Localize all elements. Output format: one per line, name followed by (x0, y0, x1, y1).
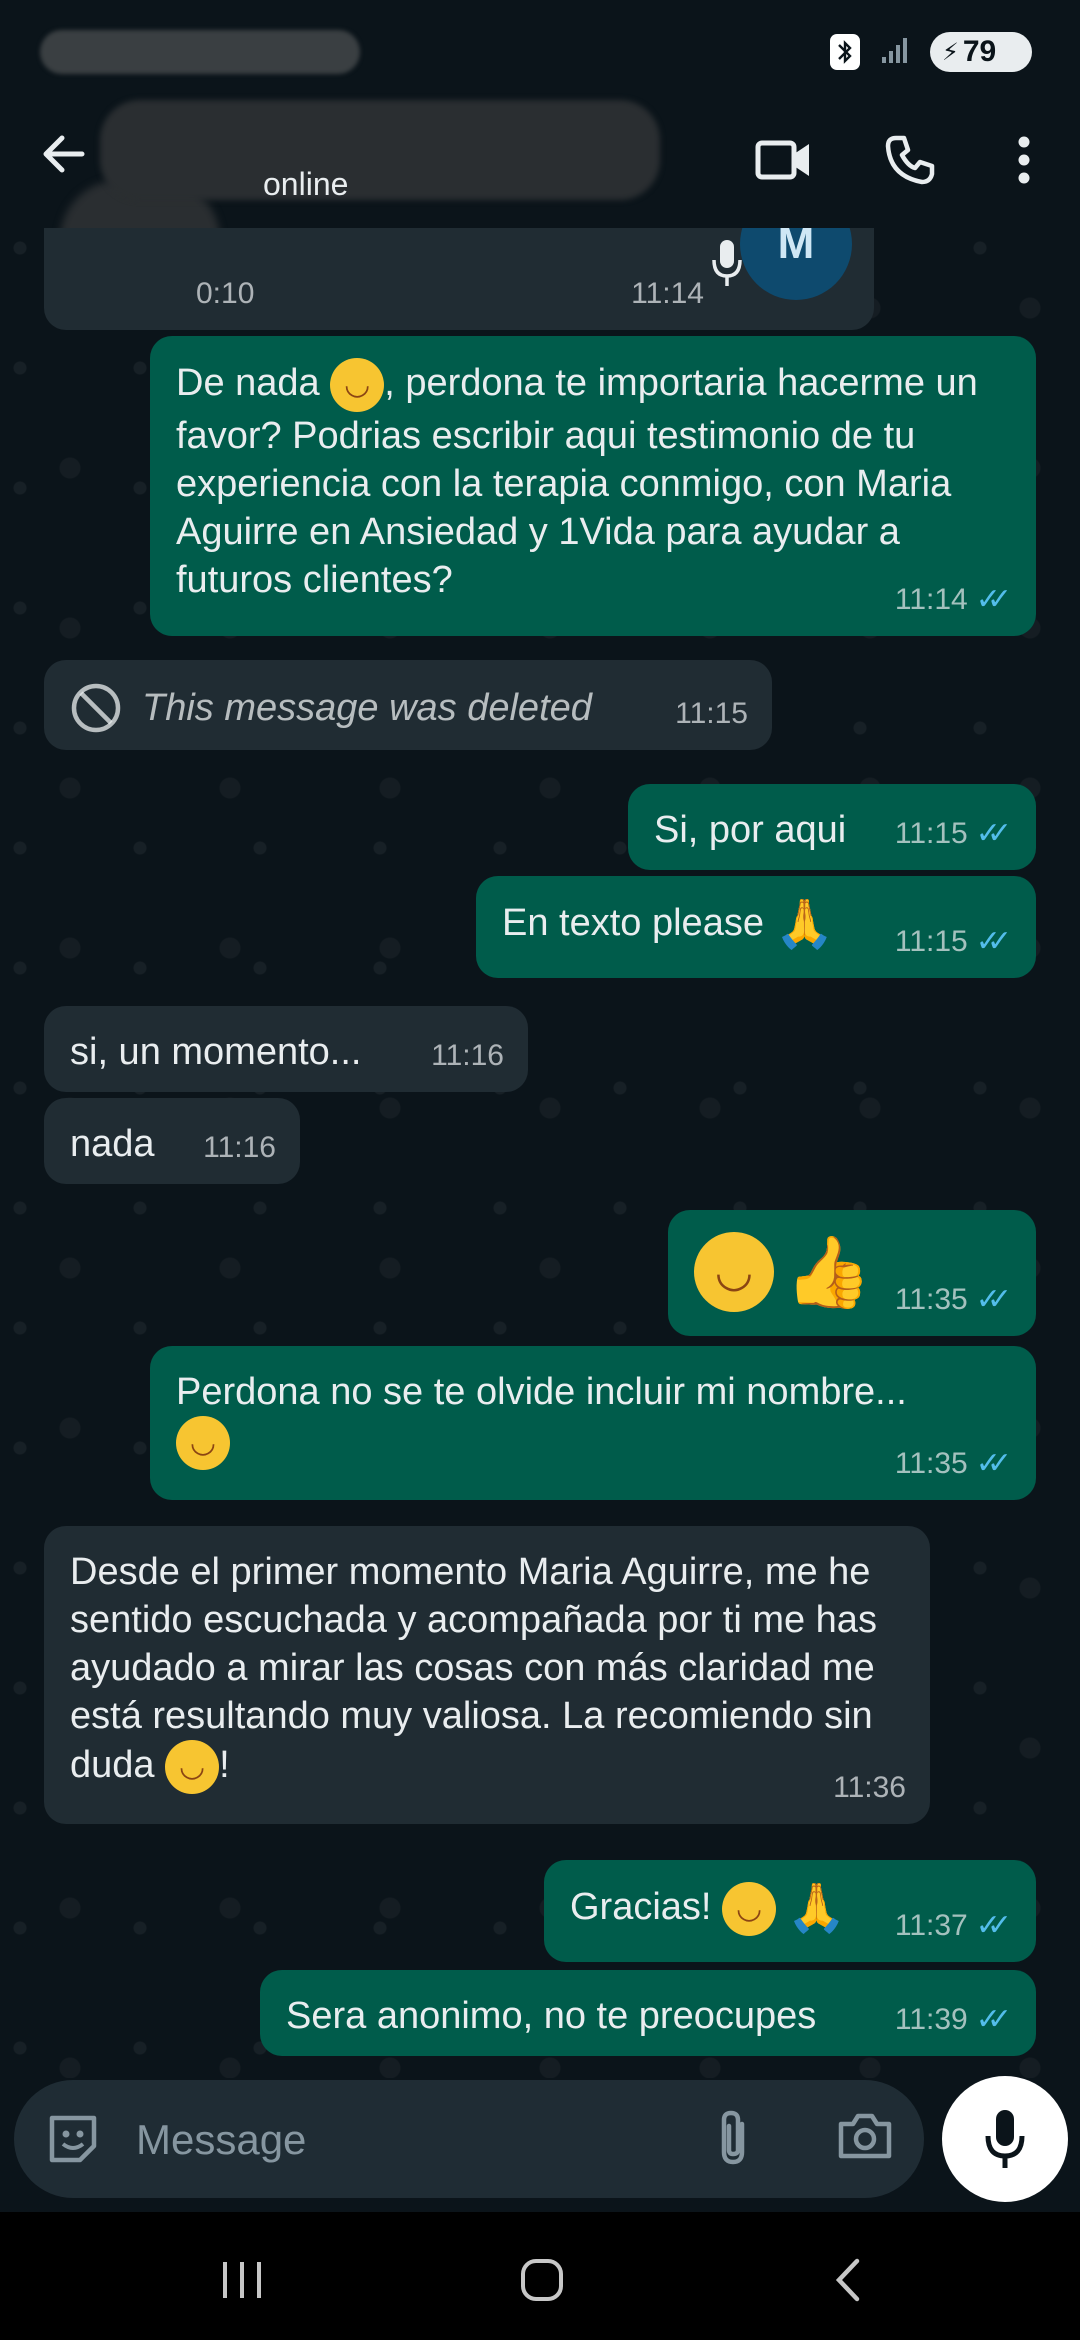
message-meta: 11:37 ✓✓ (895, 1902, 1012, 1950)
folded-hands-emoji-icon: 🙏 (774, 898, 835, 951)
redacted-contact-name[interactable] (100, 100, 660, 200)
message-outgoing[interactable]: De nada ◡, perdona te importaria hacerme… (150, 336, 1036, 636)
message-meta: 11:36 (833, 1764, 906, 1812)
message-incoming[interactable]: nada 11:16 (44, 1098, 300, 1184)
read-ticks-icon: ✓✓ (975, 583, 1012, 616)
message-text: nada (70, 1123, 155, 1165)
emoji-sticker-icon[interactable] (44, 2110, 102, 2168)
mic-icon (712, 240, 742, 286)
recent-apps-icon (223, 2262, 261, 2298)
message-text: En texto please (502, 902, 764, 945)
deleted-notice: This message was deleted (70, 682, 746, 734)
read-ticks-icon: ✓✓ (975, 1447, 1012, 1480)
phone-call-icon[interactable] (880, 130, 940, 190)
message-outgoing[interactable]: Perdona no se te olvide incluir mi nombr… (150, 1346, 1036, 1500)
microphone-icon (985, 2110, 1025, 2168)
message-meta: 11:15 ✓✓ (895, 918, 1012, 966)
message-meta: 11:14 ✓✓ (895, 576, 1012, 624)
read-ticks-icon: ✓✓ (975, 1909, 1012, 1942)
smiling-emoji-icon: ◡ (330, 358, 385, 412)
message-time: 11:14 (894, 583, 968, 616)
message-text: De nada (176, 362, 320, 405)
home-icon (521, 2259, 563, 2301)
message-meta: 11:15 (675, 690, 748, 738)
message-outgoing[interactable]: Gracias! ◡ 🙏 11:37 ✓✓ (544, 1860, 1036, 1962)
thumbs-up-emoji-icon: 👍 (784, 1233, 872, 1311)
message-meta: 11:16 (203, 1124, 276, 1172)
chat-header: online (0, 100, 1080, 320)
bluetooth-icon (830, 34, 860, 70)
folded-hands-emoji-icon: 🙏 (786, 1882, 847, 1935)
read-ticks-icon: ✓✓ (975, 817, 1012, 850)
message-outgoing-emoji[interactable]: ◡ 👍 11:35 ✓✓ (668, 1210, 1036, 1336)
more-options-icon[interactable] (994, 130, 1054, 190)
message-incoming-deleted[interactable]: This message was deleted 11:15 (44, 660, 772, 750)
voice-record-button[interactable] (942, 2076, 1068, 2202)
signal-icon (878, 33, 912, 72)
message-outgoing[interactable]: Si, por aqui 11:15 ✓✓ (628, 784, 1036, 870)
message-time: 11:36 (833, 1771, 906, 1804)
message-time: 11:16 (203, 1131, 276, 1164)
voice-message[interactable]: 0:10 M 11:14 (44, 228, 874, 330)
battery-indicator: ⚡ 79 (930, 32, 1032, 72)
message-time: 11:15 (894, 817, 968, 850)
message-meta: 11:35 ✓✓ (895, 1276, 1012, 1324)
battery-level: 79 (962, 35, 997, 68)
charging-icon: ⚡ (942, 38, 959, 66)
camera-icon[interactable] (836, 2110, 894, 2162)
message-outgoing[interactable]: Sera anonimo, no te preocupes 11:39 ✓✓ (260, 1970, 1036, 2056)
message-outgoing[interactable]: En texto please 🙏 11:15 ✓✓ (476, 876, 1036, 978)
message-text-end: ! (219, 1744, 230, 1787)
message-text: Perdona no se te olvide incluir mi nombr… (176, 1371, 907, 1413)
message-time: 11:39 (894, 2003, 968, 2036)
grinning-emoji-icon: ◡ (722, 1882, 777, 1936)
message-text: Gracias! (570, 1886, 712, 1929)
message-time: 11:15 (675, 697, 748, 730)
chat-area[interactable]: 0:10 M 11:14 De nada ◡, perdona te impor… (0, 228, 1080, 2078)
message-time: 11:14 (631, 277, 704, 310)
back-arrow-icon[interactable] (36, 126, 92, 182)
message-meta: 11:14 (631, 270, 704, 318)
message-input[interactable] (134, 2100, 698, 2180)
message-time: 11:16 (431, 1039, 504, 1072)
home-button[interactable] (512, 2250, 572, 2310)
smiling-emoji-icon: ◡ (165, 1740, 220, 1794)
message-meta: 11:16 (431, 1032, 504, 1080)
message-text: Sera anonimo, no te preocupes (286, 1995, 817, 2037)
message-meta: 11:15 ✓✓ (895, 810, 1012, 858)
contact-status: online (263, 166, 349, 202)
recent-apps-button[interactable] (212, 2250, 272, 2310)
message-time: 11:37 (894, 1909, 968, 1942)
back-button[interactable] (818, 2250, 878, 2310)
message-meta: 11:39 ✓✓ (895, 1996, 1012, 2044)
redacted-area (40, 30, 360, 74)
message-time: 11:35 (894, 1447, 968, 1480)
message-time: 11:15 (894, 925, 968, 958)
read-ticks-icon: ✓✓ (975, 2003, 1012, 2036)
message-composer (14, 2080, 924, 2198)
message-incoming[interactable]: Desde el primer momento Maria Aguirre, m… (44, 1526, 930, 1824)
voice-duration: 0:10 (196, 277, 255, 310)
system-navigation-bar (0, 2212, 1080, 2340)
message-meta: 11:35 ✓✓ (895, 1440, 1012, 1488)
voice-sender-avatar: M (740, 228, 852, 300)
message-text: si, un momento... (70, 1031, 362, 1073)
message-text: Si, por aqui (654, 809, 847, 851)
status-bar: ⚡ 79 (0, 0, 1080, 100)
message-time: 11:35 (894, 1283, 968, 1316)
video-call-icon[interactable] (754, 130, 814, 190)
read-ticks-icon: ✓✓ (975, 1283, 1012, 1316)
message-incoming[interactable]: si, un momento... 11:16 (44, 1006, 528, 1092)
attach-paperclip-icon[interactable] (714, 2108, 752, 2170)
blocked-icon (71, 683, 121, 733)
message-text: This message was deleted (142, 687, 592, 729)
back-chevron-icon (835, 2258, 860, 2302)
read-ticks-icon: ✓✓ (975, 925, 1012, 958)
grinning-sweat-emoji-icon: ◡ (176, 1416, 230, 1470)
smiling-emoji-icon: ◡ (694, 1232, 774, 1312)
status-icons: ⚡ 79 (830, 28, 1032, 76)
